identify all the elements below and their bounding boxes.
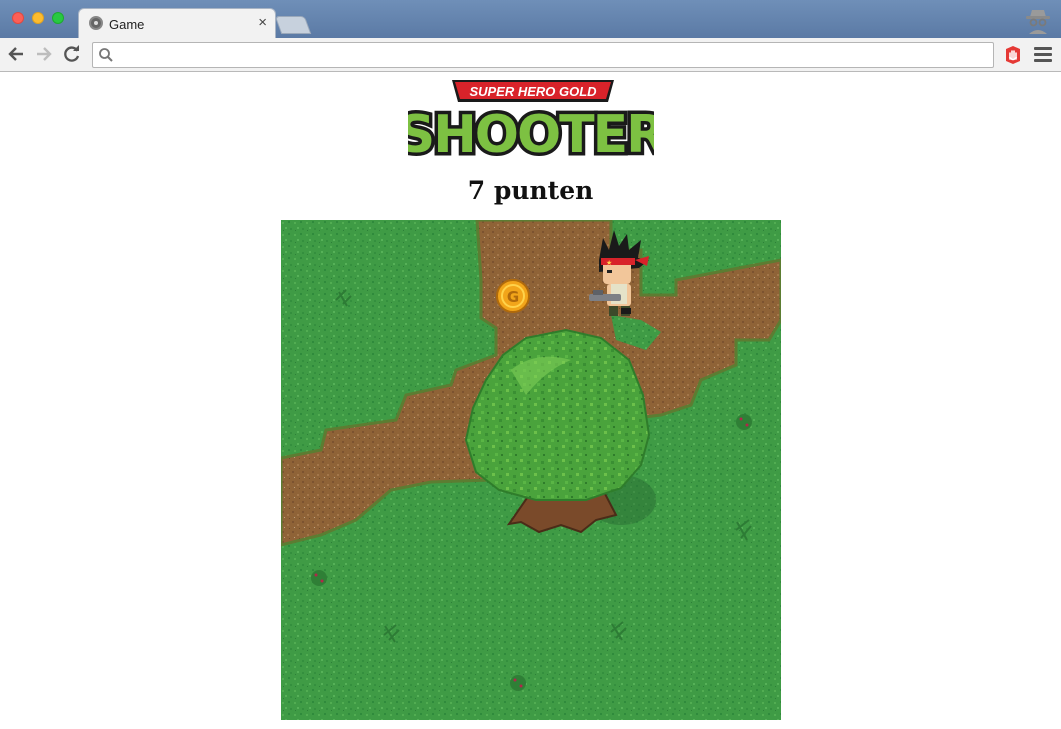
logo-banner-text: SUPER HERO GOLD bbox=[469, 84, 597, 99]
tab-favicon-icon bbox=[89, 16, 103, 30]
browser-titlebar: Game × bbox=[0, 0, 1061, 38]
hand-stop-extension-icon[interactable] bbox=[1003, 45, 1023, 65]
gold-coin: G bbox=[496, 279, 530, 313]
svg-text:G: G bbox=[507, 288, 519, 306]
back-arrow-icon[interactable] bbox=[6, 44, 26, 64]
svg-text:★: ★ bbox=[606, 259, 612, 267]
forward-arrow-icon[interactable] bbox=[34, 44, 54, 64]
browser-tab[interactable]: Game × bbox=[78, 8, 276, 38]
game-canvas[interactable]: G ★ bbox=[281, 220, 781, 720]
game-logo: SUPER HERO GOLD SHOOTER SHOOTER bbox=[408, 80, 654, 164]
close-window-button[interactable] bbox=[12, 12, 24, 24]
logo-main-text: SHOOTER bbox=[408, 105, 654, 164]
address-input[interactable] bbox=[119, 46, 979, 64]
maximize-window-button[interactable] bbox=[52, 12, 64, 24]
menu-icon[interactable] bbox=[1034, 47, 1052, 63]
minimize-window-button[interactable] bbox=[32, 12, 44, 24]
new-tab-button[interactable] bbox=[274, 16, 312, 34]
address-bar[interactable] bbox=[92, 42, 994, 68]
tab-close-icon[interactable]: × bbox=[258, 14, 267, 32]
tab-title: Game bbox=[109, 17, 145, 32]
incognito-profile-icon[interactable] bbox=[1023, 5, 1053, 35]
reload-icon[interactable] bbox=[62, 44, 82, 64]
search-icon bbox=[99, 48, 113, 62]
browser-toolbar bbox=[0, 38, 1061, 72]
score-display: 7 punten bbox=[467, 176, 594, 205]
